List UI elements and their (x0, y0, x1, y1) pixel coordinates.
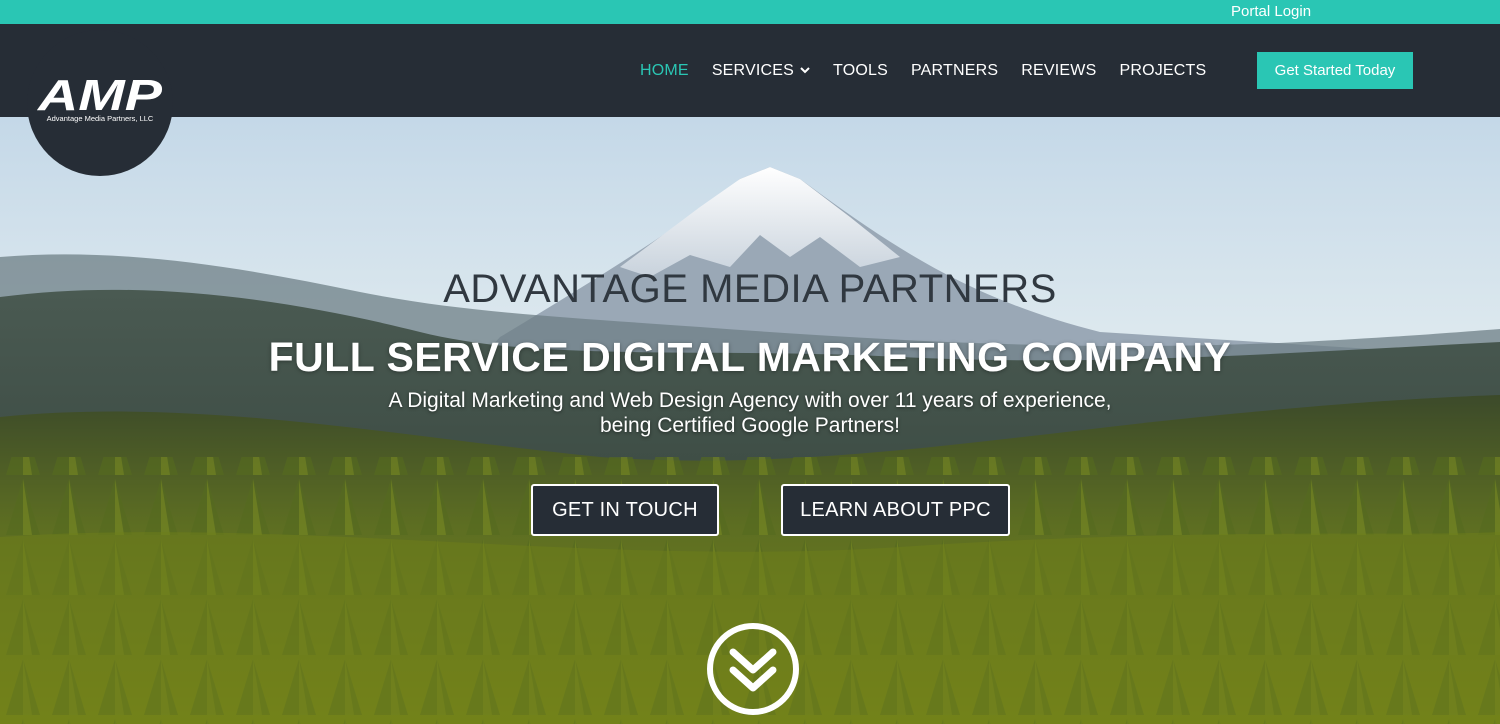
top-bar: Portal Login (0, 0, 1500, 24)
nav-item-services-label: SERVICES (711, 62, 795, 79)
hero-title: ADVANTAGE MEDIA PARTNERS (443, 267, 1057, 311)
get-started-button[interactable]: Get Started Today (1257, 52, 1413, 89)
hero-description: A Digital Marketing and Web Design Agenc… (0, 388, 1500, 438)
hero-description-line-2: being Certified Google Partners! (600, 414, 900, 437)
amp-logo-mark: AMP (37, 75, 163, 115)
main-nav: HOME SERVICES TOOLS PARTNERS REVIEWS PRO… (640, 62, 1206, 80)
nav-item-tools[interactable]: TOOLS (833, 62, 888, 80)
nav-item-home[interactable]: HOME (640, 62, 689, 80)
logo-text: AMP (37, 75, 163, 115)
site-logo[interactable]: AMP Advantage Media Partners, LLC (27, 30, 173, 176)
hero-subtitle: FULL SERVICE DIGITAL MARKETING COMPANY (268, 334, 1232, 380)
get-in-touch-button[interactable]: GET IN TOUCH (531, 484, 719, 536)
chevron-down-icon (800, 67, 810, 74)
hero-description-line-1: A Digital Marketing and Web Design Agenc… (388, 389, 1112, 412)
learn-about-ppc-button[interactable]: LEARN ABOUT PPC (781, 484, 1010, 536)
double-chevron-down-icon[interactable] (706, 622, 800, 716)
nav-item-partners[interactable]: PARTNERS (911, 62, 998, 80)
nav-item-reviews[interactable]: REVIEWS (1021, 62, 1096, 80)
portal-login-link[interactable]: Portal Login (1231, 3, 1311, 20)
logo-subtitle: Advantage Media Partners, LLC (46, 114, 154, 123)
hero-section: ADVANTAGE MEDIA PARTNERS FULL SERVICE DI… (0, 117, 1500, 724)
nav-item-projects[interactable]: PROJECTS (1119, 62, 1206, 80)
site-header: HOME SERVICES TOOLS PARTNERS REVIEWS PRO… (0, 24, 1500, 117)
nav-item-services[interactable]: SERVICES (712, 62, 810, 80)
